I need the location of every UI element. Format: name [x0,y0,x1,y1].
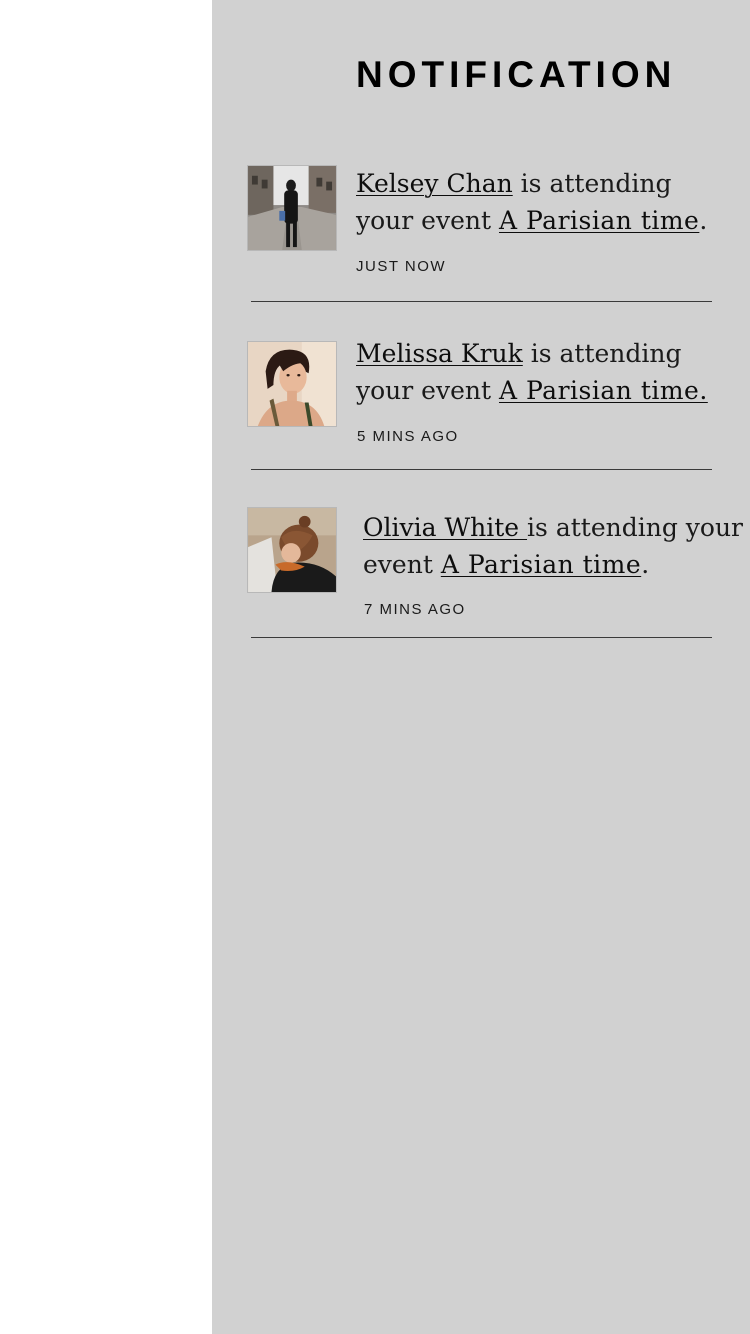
user-name-link[interactable]: Melissa Kruk [356,339,523,368]
user-name-link[interactable]: Olivia White [363,513,527,542]
notification-message: Olivia White is attending your event A P… [363,513,743,579]
divider [251,637,712,638]
notification-item[interactable]: Melissa Kruk is attending your event A P… [247,339,713,473]
avatar[interactable] [247,507,337,593]
notification-item[interactable]: Kelsey Chan is attending your event A Pa… [247,165,713,305]
divider [251,301,712,302]
divider [251,469,712,470]
event-link[interactable]: A Parisian time [499,206,699,235]
notification-message: Melissa Kruk is attending your event A P… [356,339,708,405]
timestamp: 7 MINS AGO [364,601,466,618]
notification-message: Kelsey Chan is attending your event A Pa… [356,169,708,235]
timestamp: 5 MINS AGO [357,428,459,445]
notification-item[interactable]: Olivia White is attending your event A P… [247,507,743,642]
blank-left-area [0,0,212,1334]
page-title: NOTIFICATION [356,54,677,95]
timestamp: JUST NOW [356,258,447,275]
portrait-photo-icon [248,342,336,426]
avatar[interactable] [247,165,337,251]
event-link[interactable]: A Parisian time. [499,376,708,405]
portrait-photo-icon [248,508,336,592]
avatar[interactable] [247,341,337,427]
street-portrait-photo-icon [248,166,336,250]
event-link[interactable]: A Parisian time [441,550,641,579]
notification-panel: NOTIFICATION Kelsey Chan is attending yo… [212,0,750,1334]
user-name-link[interactable]: Kelsey Chan [356,169,513,198]
